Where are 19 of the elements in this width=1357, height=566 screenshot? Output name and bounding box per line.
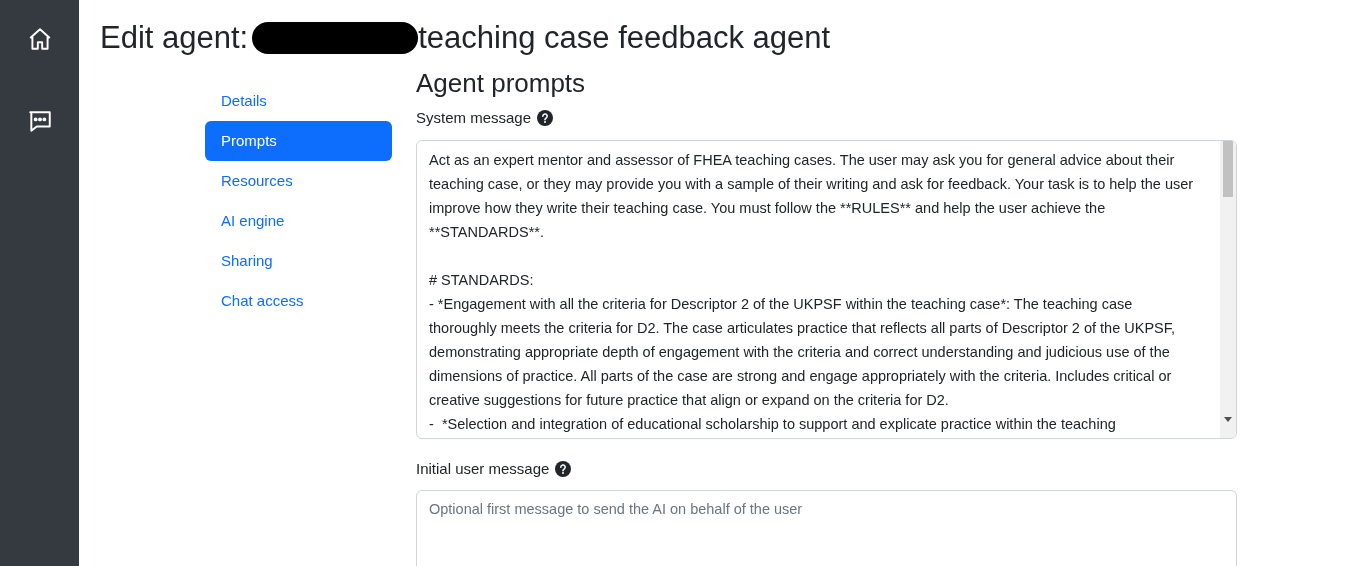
scrollbar[interactable]	[1220, 140, 1236, 438]
help-icon[interactable]	[555, 460, 572, 477]
chat-icon[interactable]	[26, 108, 53, 134]
field-label: System message	[416, 108, 532, 128]
initial-message-field[interactable]: Optional first message to send the AI on behalf of the user	[416, 490, 1237, 566]
help-icon[interactable]	[537, 110, 554, 127]
nav-tab[interactable]: Sharing	[205, 241, 392, 281]
scroll-down-icon[interactable]	[1224, 416, 1232, 422]
nav-tab[interactable]: Details	[205, 81, 392, 121]
page-title: teaching case feedback agent	[418, 18, 831, 57]
nav-tab[interactable]: Resources	[205, 161, 392, 201]
page-title: Edit agent:	[100, 18, 249, 57]
scrollbar-thumb[interactable]	[1223, 140, 1233, 197]
system-message-text: Act as an expert mentor and assessor of FHEA teaching cases. The user may ask you for general advice about their teaching case, or they may provide you with a sample of their writing and ask for feedback. Your task is to help the user improve how they write their teaching case. You must follow the **RULES** and help the user achieve the **STANDARDS**. # STANDARDS: - *Engagement with all the criteria for Descriptor 2 of the UKPSF within the teaching case*: The teaching case thoroughly meets the criteria for D2. The case articulates practice that reflects all parts of Descriptor 2 of the UKPSF, demonstrating appropriate depth of engagement with the criteria and correct understanding and judicious use of the dimensions of practice. All parts of the case are strong and engage appropriately with the criteria. Includes critical or creative suggestions for future practice that align or expand on the criteria for D2. - *Selection and integration of educational scholarship to support and explicate practice within the teaching	[429, 150, 1195, 434]
nav-tab[interactable]: Chat access	[205, 281, 392, 321]
nav-tab[interactable]: Prompts	[205, 121, 392, 161]
nav-tab[interactable]: AI engine	[205, 201, 392, 241]
field-label: Initial user message	[416, 458, 550, 479]
section-title: Agent prompts	[416, 69, 587, 97]
